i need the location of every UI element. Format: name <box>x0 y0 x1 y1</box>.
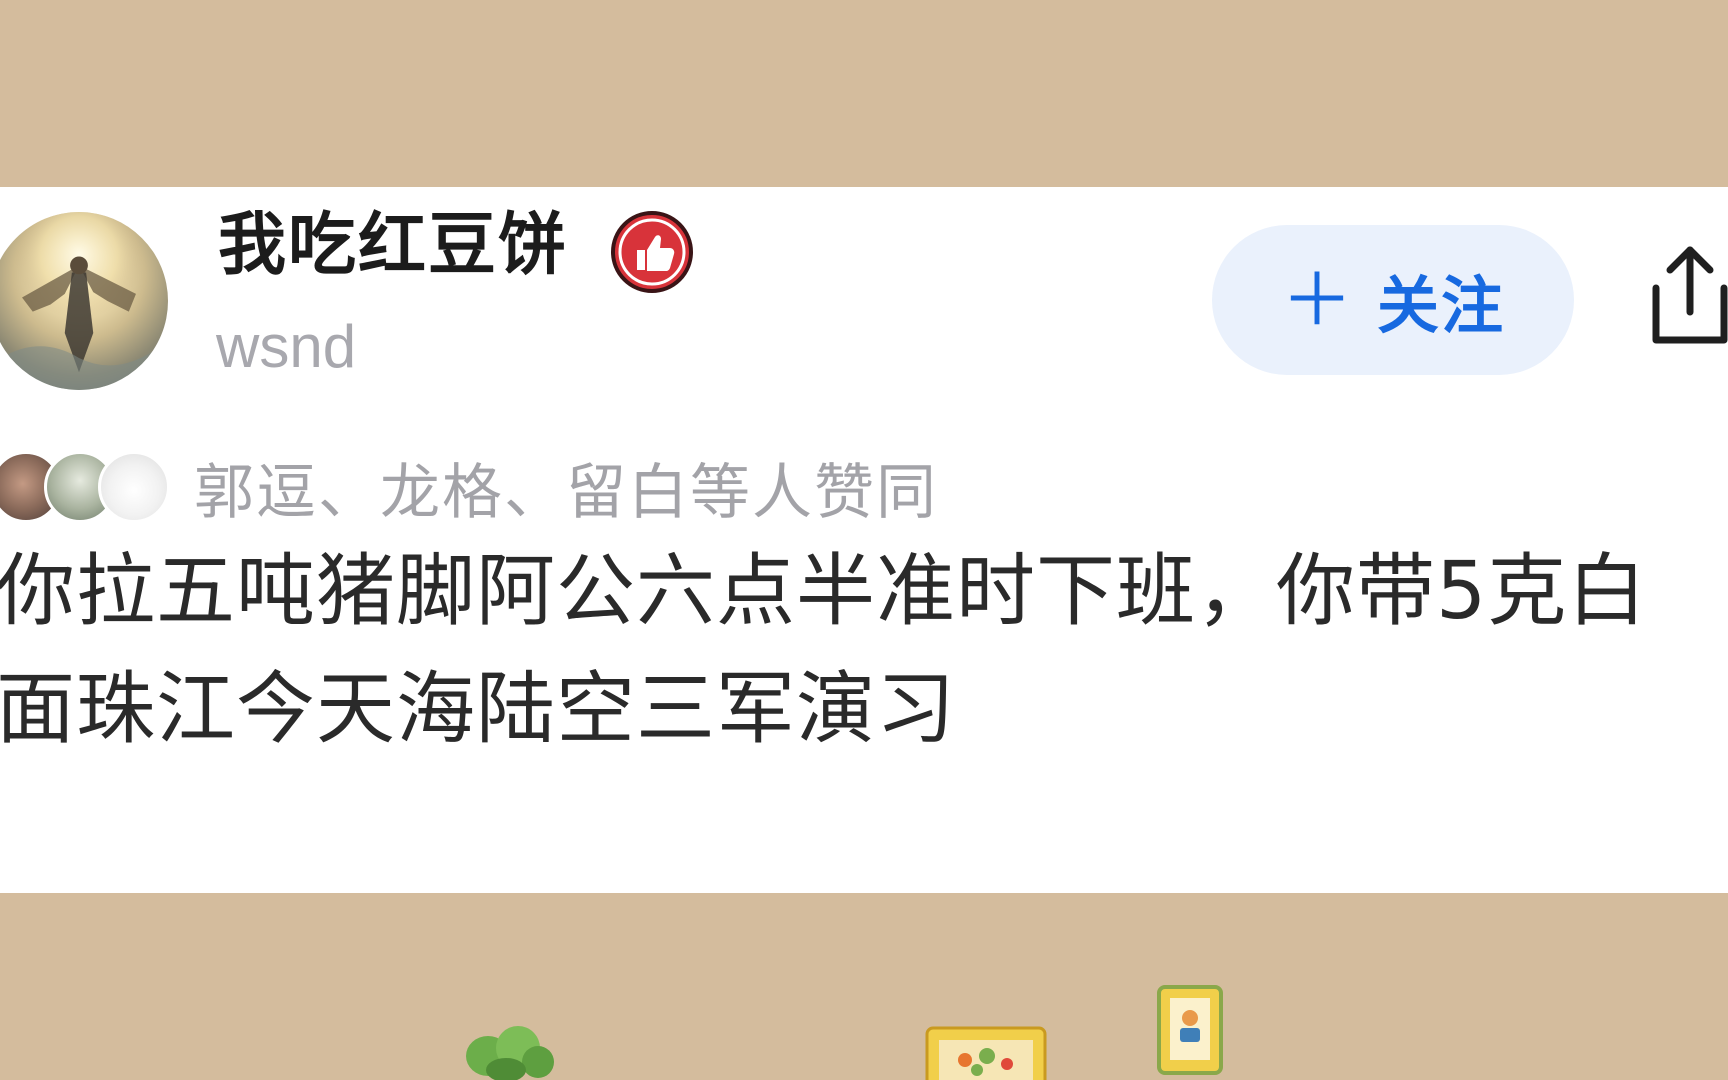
follow-button[interactable]: ＋ 关注 <box>1212 225 1574 375</box>
thumbs-up-badge-icon <box>611 211 693 293</box>
avatar-angel-image <box>0 212 168 390</box>
answer-body-line: 你拉五吨猪脚阿公六点半准时下班，你带5克白 <box>0 545 1648 637</box>
follow-button-label: 关注 <box>1377 269 1506 342</box>
author-avatar[interactable] <box>0 212 168 390</box>
likers-row[interactable]: 郭逗、龙格、留白等人赞同 <box>0 451 938 528</box>
portrait-frame-decoration-icon <box>1157 985 1223 1075</box>
picture-frame-decoration-icon <box>925 1026 1047 1080</box>
answer-body: 你拉五吨猪脚阿公六点半准时下班，你带5克白 面珠江今天海陆空三军演习 <box>0 532 1728 768</box>
answer-card: 我吃红豆饼 wsnd ＋ 关注 郭逗、龙格、留白等人赞同 你拉五吨猪脚阿公六点半… <box>0 187 1728 893</box>
answer-body-line: 面珠江今天海陆空三军演习 <box>0 663 956 755</box>
liker-avatar <box>98 451 170 523</box>
plant-decoration-icon <box>466 1026 554 1080</box>
share-icon[interactable] <box>1636 242 1728 352</box>
plus-icon: ＋ <box>1280 258 1355 342</box>
likers-text: 郭逗、龙格、留白等人赞同 <box>194 457 938 528</box>
screen: 我吃红豆饼 wsnd ＋ 关注 郭逗、龙格、留白等人赞同 你拉五吨猪脚阿公六点半… <box>0 0 1728 1080</box>
author-name[interactable]: 我吃红豆饼 <box>218 212 568 280</box>
author-handle: wsnd <box>216 313 357 380</box>
